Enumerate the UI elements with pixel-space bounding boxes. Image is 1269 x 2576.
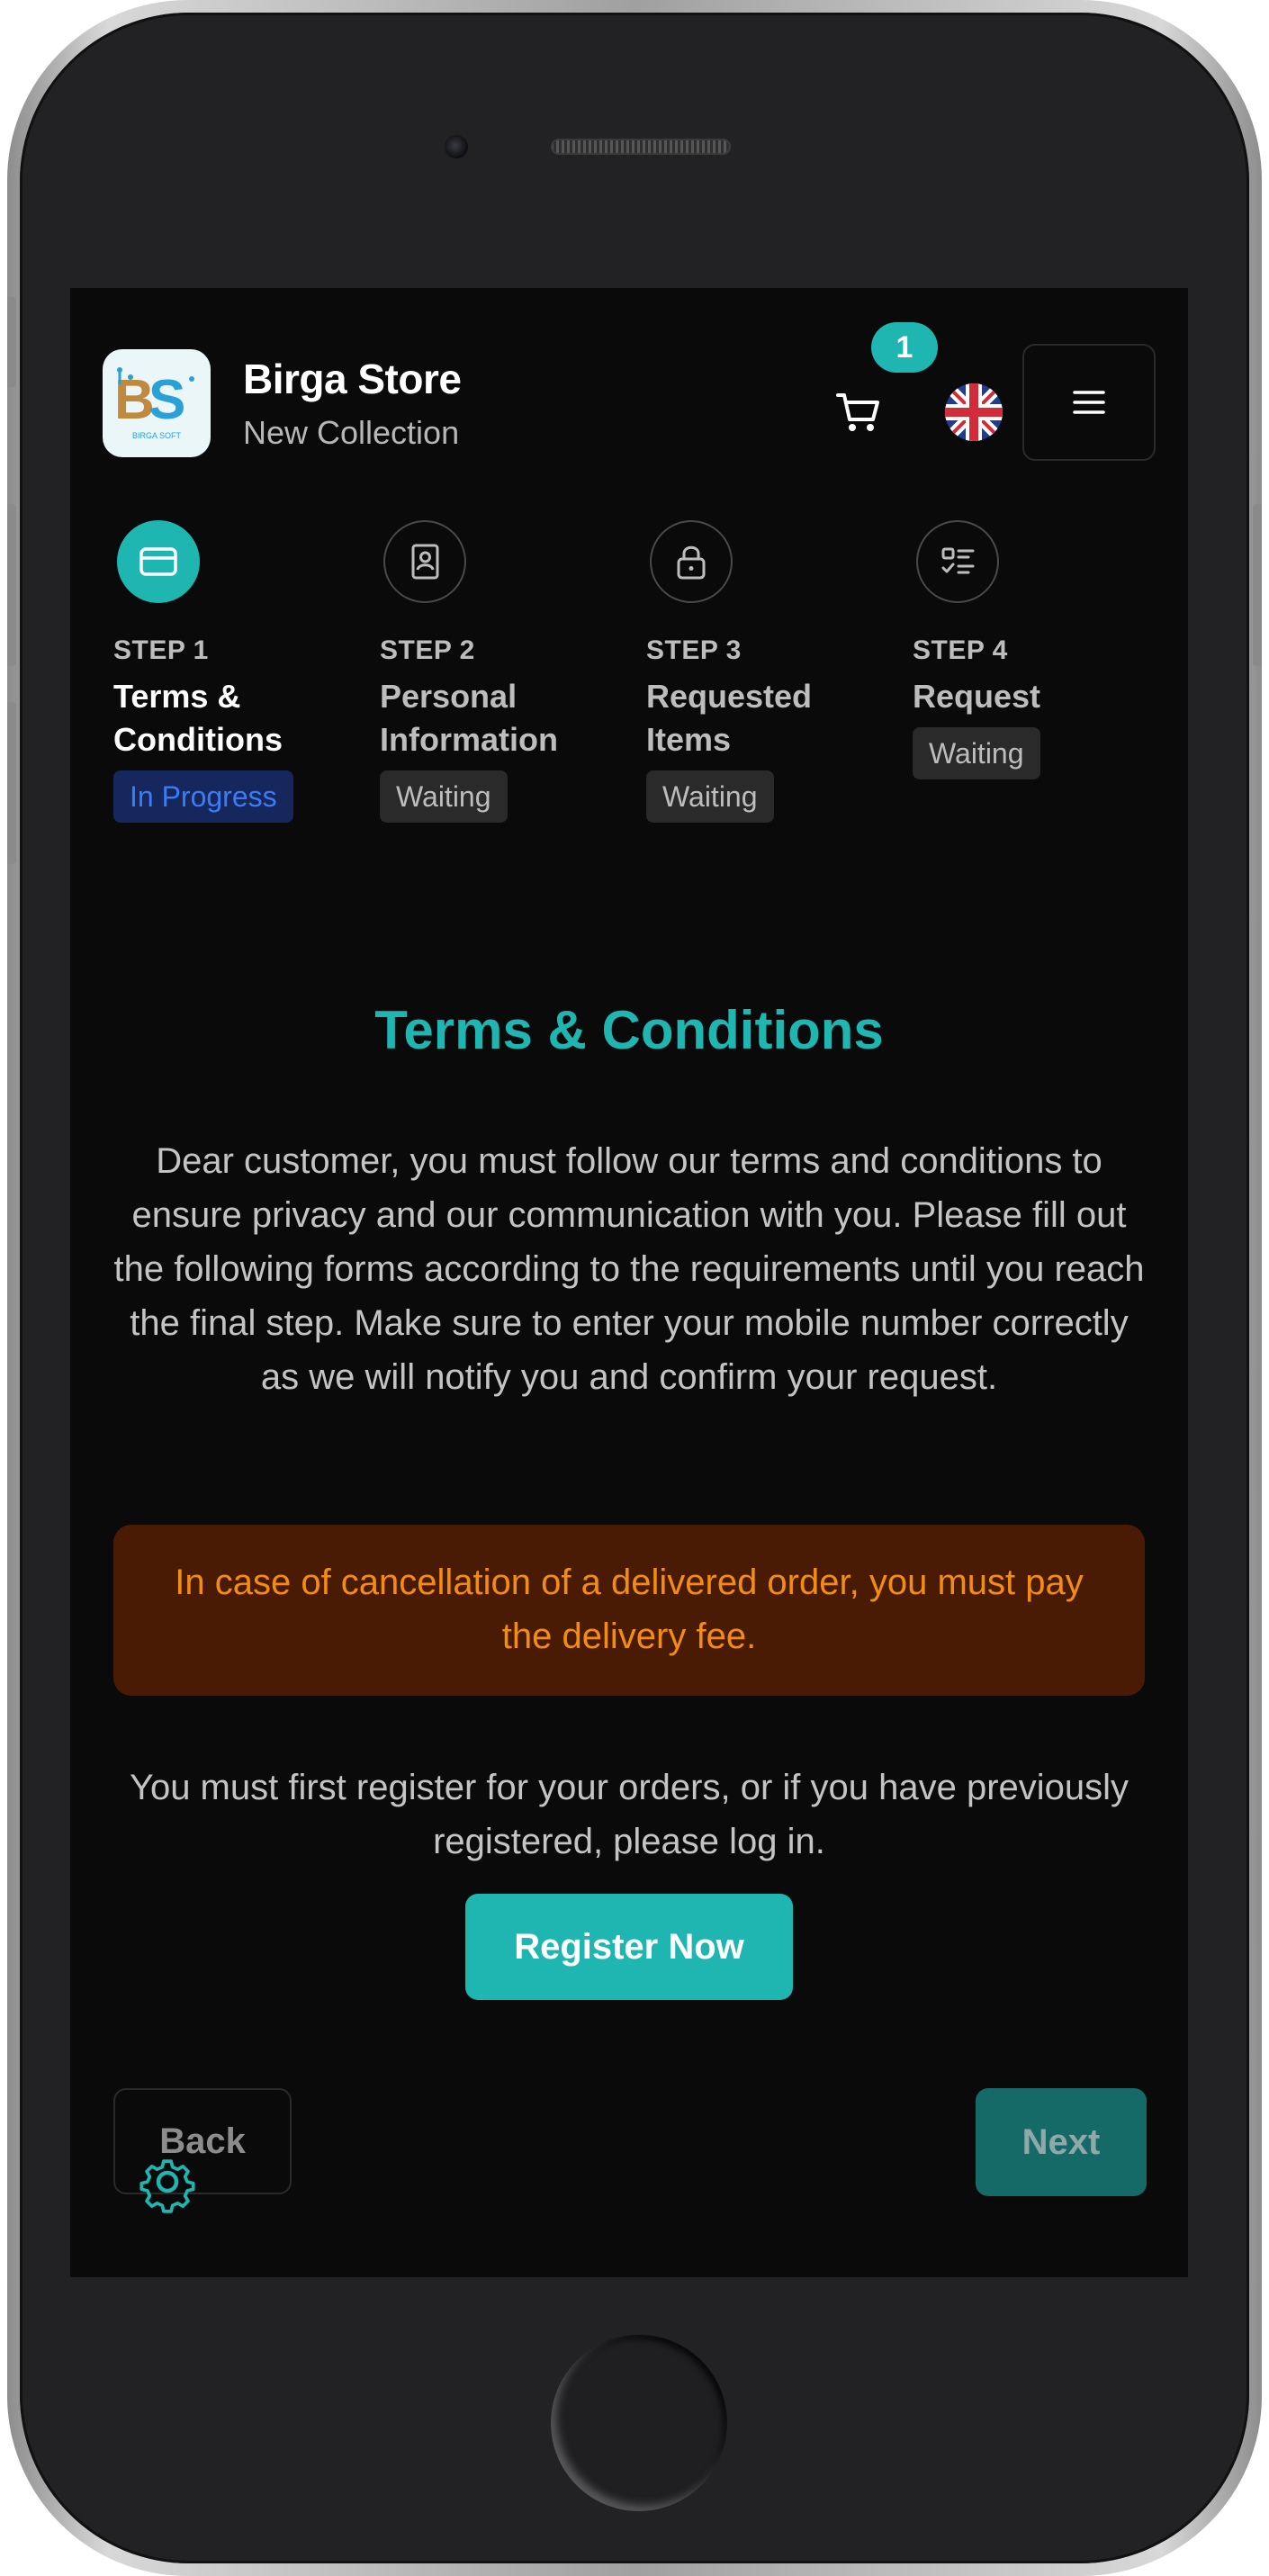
terms-intro-text: Dear customer, you must follow our terms… <box>113 1141 1145 1397</box>
status-badge: Waiting <box>380 770 508 823</box>
cart-button[interactable] <box>823 376 895 448</box>
step-title: Requested Items <box>646 678 813 758</box>
app-header: B S BIRGA SOFT Birga Store New Collectio… <box>70 288 1188 468</box>
status-badge: In Progress <box>113 770 293 823</box>
step-number: STEP 3 <box>646 635 742 665</box>
cancellation-warning: In case of cancellation of a delivered o… <box>113 1525 1145 1696</box>
birga-soft-logo-icon: B S BIRGA SOFT <box>114 367 194 440</box>
step-personal-information[interactable]: STEP 2 Personal Information Waiting <box>380 520 632 823</box>
cart-icon <box>836 393 879 431</box>
mute-switch <box>7 297 16 387</box>
step-terms[interactable]: STEP 1 Terms & Conditions In Progress <box>113 520 365 823</box>
step-number: STEP 1 <box>113 635 209 665</box>
status-badge: Waiting <box>913 727 1040 779</box>
step-number: STEP 4 <box>913 635 1008 665</box>
store-name: Birga Store <box>243 356 462 402</box>
settings-button[interactable] <box>133 2148 202 2216</box>
status-badge: Waiting <box>646 770 774 823</box>
step-title: Request <box>913 678 1041 715</box>
step-2-icon-circle <box>383 520 466 603</box>
language-selector[interactable] <box>945 383 1003 441</box>
front-camera <box>445 135 468 158</box>
power-button <box>1253 504 1262 666</box>
step-4-icon-circle <box>916 520 999 603</box>
next-button[interactable]: Next <box>976 2088 1147 2196</box>
credit-card-icon <box>140 547 177 576</box>
step-title: Terms & Conditions <box>113 678 283 758</box>
home-button[interactable] <box>551 2335 727 2511</box>
step-3-icon-circle <box>650 520 733 603</box>
step-request[interactable]: STEP 4 Request Waiting <box>913 520 1165 779</box>
volume-down-button <box>7 702 16 864</box>
store-logo[interactable]: B S BIRGA SOFT <box>103 349 211 457</box>
earpiece-speaker <box>551 139 731 155</box>
step-1-icon-circle <box>117 520 200 603</box>
hamburger-menu-icon <box>1073 391 1105 414</box>
step-number: STEP 2 <box>380 635 475 665</box>
step-title: Personal Information <box>380 678 558 758</box>
cart-count-badge: 1 <box>871 322 938 373</box>
volume-up-button <box>7 504 16 666</box>
store-subtitle: New Collection <box>243 414 460 451</box>
gear-icon <box>140 2159 195 2213</box>
register-prompt-text: You must first register for your orders,… <box>129 1768 1130 1861</box>
svg-text:BIRGA SOFT: BIRGA SOFT <box>132 431 182 440</box>
checklist-icon <box>941 547 975 574</box>
svg-text:S: S <box>148 369 185 431</box>
app-screen: B S BIRGA SOFT Birga Store New Collectio… <box>70 288 1188 2277</box>
contact-card-icon <box>411 544 439 580</box>
lock-icon <box>677 545 706 580</box>
menu-button[interactable] <box>1022 344 1156 461</box>
register-now-button[interactable]: Register Now <box>465 1894 793 2000</box>
section-title: Terms & Conditions <box>374 1000 884 1060</box>
uk-flag-icon <box>945 383 1003 441</box>
step-requested-items[interactable]: STEP 3 Requested Items Waiting <box>646 520 898 823</box>
